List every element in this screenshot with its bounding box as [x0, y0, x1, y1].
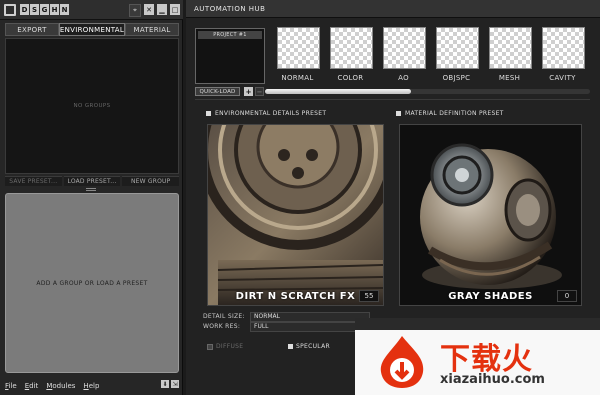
expand-icon[interactable]: ⇲ — [171, 380, 179, 388]
map-slot-cavity[interactable] — [542, 27, 585, 69]
window-controls: ⌖ ✕ ▁ □ — [129, 4, 180, 17]
specular-toggle[interactable]: SPECULAR — [288, 343, 330, 350]
mat-preset-header: MATERIAL DEFINITION PRESET — [396, 110, 504, 117]
resize-grip-icon[interactable] — [86, 188, 96, 191]
hub-titlebar: AUTOMATION HUB — [186, 0, 600, 18]
save-preset-button[interactable]: SAVE PRESET... — [5, 176, 62, 186]
menu-edit[interactable]: Edit — [25, 382, 39, 390]
group-drop-area[interactable]: ADD A GROUP OR LOAD A PRESET — [5, 193, 179, 373]
map-slot-objspc[interactable] — [436, 27, 479, 69]
hub-title: AUTOMATION HUB — [194, 5, 266, 13]
mat-preset-checkbox[interactable] — [396, 111, 401, 116]
group-list[interactable]: NO GROUPS — [5, 38, 179, 174]
diffuse-checkbox[interactable] — [207, 343, 213, 350]
env-preview-image — [208, 125, 383, 305]
no-groups-text: NO GROUPS — [73, 103, 111, 109]
add-button[interactable]: + — [244, 87, 253, 96]
map-slot-color[interactable] — [330, 27, 373, 69]
maximize-icon[interactable]: □ — [170, 4, 180, 15]
work-res-select[interactable]: FULL — [250, 322, 370, 332]
tab-material[interactable]: MATERIAL — [125, 23, 179, 36]
map-slot-mesh[interactable] — [489, 27, 532, 69]
mode-button-h[interactable]: H — [50, 4, 59, 15]
mat-preset-header-text: MATERIAL DEFINITION PRESET — [405, 110, 504, 117]
map-label-normal: NORMAL — [281, 74, 314, 82]
mode-button-d[interactable]: D — [20, 4, 29, 15]
detail-size-label: DETAIL SIZE: — [203, 313, 245, 320]
fire-logo-icon — [380, 336, 424, 388]
mode-button-g[interactable]: G — [40, 4, 49, 15]
progress-bar — [265, 89, 590, 94]
menu-file[interactable]: File — [5, 382, 17, 390]
map-slot-ao[interactable] — [383, 27, 426, 69]
env-preset-header: ENVIRONMENTAL DETAILS PRESET — [206, 110, 326, 117]
quick-load-button[interactable]: QUICK-LOAD — [195, 87, 240, 96]
map-slot-normal[interactable] — [277, 27, 320, 69]
progress-fill — [265, 89, 412, 94]
watermark-logo: 下载火 xiazaihuo.com — [355, 318, 600, 395]
env-preset-name: DIRT N SCRATCH FX — [235, 291, 356, 302]
download-icon[interactable]: ⬇ — [161, 380, 169, 388]
load-preset-button[interactable]: LOAD PRESET... — [63, 176, 121, 186]
left-titlebar: D S G H N ⌖ ✕ ▁ □ — [0, 0, 183, 20]
detail-size-select[interactable]: NORMAL — [250, 312, 370, 322]
divider — [195, 99, 590, 100]
project-thumbnail[interactable]: PROJECT #1 — [195, 28, 265, 84]
app-logo-icon — [4, 4, 16, 16]
close-icon[interactable]: ✕ — [144, 4, 154, 15]
new-group-button[interactable]: NEW GROUP — [122, 176, 180, 186]
mode-button-s[interactable]: S — [30, 4, 39, 15]
mat-preset-preview[interactable]: GRAY SHADES 0 — [399, 124, 582, 306]
menu-bar: File Edit Modules Help ⬇ ⇲ — [5, 380, 179, 391]
map-label-objspc: OBJSPC — [442, 74, 471, 82]
left-tab-bar: EXPORT ENVIRONMENTAL MATERIAL — [5, 23, 179, 36]
minimize-icon[interactable]: ▁ — [157, 4, 167, 15]
preset-button-row: SAVE PRESET... LOAD PRESET... NEW GROUP — [5, 176, 180, 186]
mode-letter-buttons: D S G H N — [20, 4, 69, 16]
env-preset-header-text: ENVIRONMENTAL DETAILS PRESET — [215, 110, 327, 117]
project-label: PROJECT #1 — [198, 31, 262, 39]
menu-help[interactable]: Help — [83, 382, 99, 390]
env-preset-count: 55 — [359, 290, 379, 302]
watermark-overlay-strip — [355, 318, 600, 330]
diffuse-label: DIFFUSE — [216, 343, 244, 350]
specular-label: SPECULAR — [296, 343, 330, 350]
mode-button-n[interactable]: N — [60, 4, 69, 15]
add-group-hint: ADD A GROUP OR LOAD A PRESET — [36, 280, 148, 287]
tab-environmental[interactable]: ENVIRONMENTAL — [58, 23, 126, 36]
mat-preset-count: 0 — [557, 290, 577, 302]
env-preset-checkbox[interactable] — [206, 111, 211, 116]
specular-checkbox[interactable] — [288, 344, 293, 349]
diffuse-toggle[interactable]: DIFFUSE — [207, 343, 243, 350]
mat-preset-name: GRAY SHADES — [448, 291, 533, 302]
menu-modules[interactable]: Modules — [46, 382, 75, 390]
map-label-cavity: CAVITY — [549, 74, 576, 82]
mat-preview-image — [400, 125, 581, 305]
remove-button[interactable]: − — [255, 87, 264, 96]
tab-export[interactable]: EXPORT — [5, 23, 59, 36]
watermark-url: xiazaihuo.com — [440, 372, 545, 387]
env-preset-preview[interactable]: DIRT N SCRATCH FX 55 — [207, 124, 384, 306]
map-label-color: COLOR — [337, 74, 364, 82]
menu-icon-group: ⬇ ⇲ — [161, 380, 179, 388]
pin-icon[interactable]: ⌖ — [129, 4, 141, 17]
map-label-ao: AO — [398, 74, 409, 82]
map-label-mesh: MESH — [498, 74, 521, 82]
work-res-label: WORK RES: — [203, 323, 241, 330]
